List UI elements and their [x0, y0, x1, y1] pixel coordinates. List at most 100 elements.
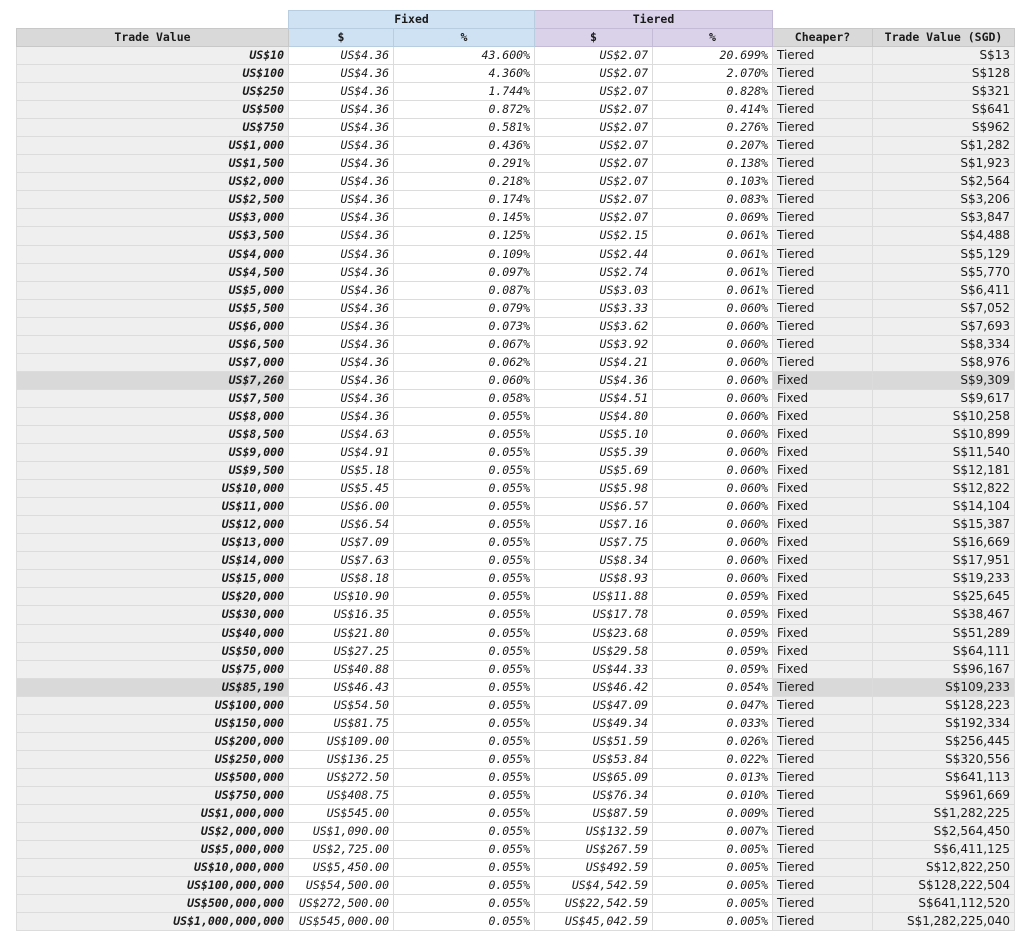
fixed-dollar-cell: US$1,090.00	[288, 822, 394, 842]
table-row: US$2,500 US$4.36 0.174% US$2.07 0.083% Tiered…	[16, 190, 1015, 210]
trade-value-cell: US$500,000,000	[16, 894, 289, 914]
trade-value-sgd-cell: S$14,104	[872, 497, 1015, 517]
table-row: US$15,000 US$8.18 0.055% US$8.93 0.060% Fixed…	[16, 569, 1015, 589]
trade-value-cell: US$5,500	[16, 298, 289, 318]
fixed-dollar-cell: US$109.00	[288, 731, 394, 751]
fixed-percent-cell: 0.055%	[393, 677, 535, 697]
cheaper-cell: Fixed	[772, 659, 873, 679]
tiered-percent-cell: 0.005%	[652, 840, 773, 860]
tiered-dollar-cell: US$76.34	[534, 785, 653, 805]
tiered-percent-cell: 0.010%	[652, 785, 773, 805]
tiered-percent-cell: 0.059%	[652, 641, 773, 661]
fixed-dollar-cell: US$4.36	[288, 136, 394, 156]
trade-value-cell: US$1,000	[16, 136, 289, 156]
trade-value-sgd-cell: S$1,923	[872, 154, 1015, 174]
fixed-dollar-cell: US$545.00	[288, 803, 394, 824]
fixed-dollar-cell: US$4.36	[288, 118, 394, 138]
fixed-dollar-cell: US$408.75	[288, 785, 394, 805]
cheaper-cell: Tiered	[772, 208, 873, 228]
table-row: US$750 US$4.36 0.581% US$2.07 0.276% Tiered S$…	[16, 118, 1015, 138]
group-header-row: Fixed Tiered	[17, 10, 1015, 29]
table-row: US$75,000 US$40.88 0.055% US$44.33 0.059% Fix…	[16, 659, 1015, 679]
tiered-dollar-cell: US$4.80	[534, 406, 653, 426]
table-row: US$500,000 US$272.50 0.055% US$65.09 0.013% T…	[16, 767, 1015, 787]
fixed-percent-cell: 0.872%	[393, 100, 535, 120]
trade-value-cell: US$6,000	[16, 316, 289, 336]
trade-value-sgd-cell: S$128,222,504	[872, 876, 1015, 896]
trade-value-cell: US$1,000,000	[16, 803, 289, 824]
trade-value-cell: US$5,000	[16, 280, 289, 300]
fixed-dollar-cell: US$16.35	[288, 605, 394, 625]
fixed-dollar-cell: US$5,450.00	[288, 858, 394, 878]
tiered-dollar-cell: US$23.68	[534, 623, 653, 643]
fixed-percent-cell: 0.055%	[393, 443, 535, 463]
tiered-percent-cell: 0.103%	[652, 172, 773, 192]
table-row: US$7,260 US$4.36 0.060% US$4.36 0.060% Fixed S…	[16, 370, 1015, 390]
tiered-dollar-cell: US$2.07	[534, 118, 653, 138]
table-row: US$10 US$4.36 43.600% US$2.07 20.699% Tiered S…	[16, 45, 1015, 66]
table-row: US$1,000 US$4.36 0.436% US$2.07 0.207% Tiered…	[16, 136, 1015, 156]
tiered-dollar-cell: US$2.07	[534, 154, 653, 174]
tiered-dollar-cell: US$46.42	[534, 677, 653, 697]
fixed-percent-cell: 0.125%	[393, 226, 535, 246]
cheaper-cell: Tiered	[772, 64, 873, 84]
tiered-dollar-cell: US$492.59	[534, 858, 653, 878]
fixed-percent-cell: 0.055%	[393, 533, 535, 553]
tiered-dollar-cell: US$4,542.59	[534, 876, 653, 896]
tiered-dollar-cell: US$3.03	[534, 280, 653, 300]
fixed-percent-cell: 0.055%	[393, 461, 535, 481]
trade-value-cell: US$500,000	[16, 767, 289, 787]
cheaper-cell: Tiered	[772, 677, 873, 697]
trade-value-sgd-cell: S$3,206	[872, 190, 1015, 210]
trade-value-cell: US$12,000	[16, 515, 289, 535]
fixed-dollar-cell: US$7.63	[288, 551, 394, 571]
cheaper-cell: Fixed	[772, 623, 873, 643]
fixed-percent-cell: 0.055%	[393, 623, 535, 643]
trade-value-sgd-cell: S$8,334	[872, 334, 1015, 354]
trade-value-cell: US$750,000	[16, 785, 289, 805]
tiered-percent-cell: 0.060%	[652, 370, 773, 390]
tiered-dollar-cell: US$3.62	[534, 316, 653, 336]
tiered-dollar-cell: US$29.58	[534, 641, 653, 661]
cheaper-cell: Tiered	[772, 334, 873, 354]
tiered-percent-cell: 0.022%	[652, 749, 773, 769]
fixed-dollar-cell: US$54,500.00	[288, 876, 394, 896]
tiered-percent-cell: 0.059%	[652, 605, 773, 625]
fixed-percent-cell: 0.055%	[393, 695, 535, 715]
tiered-percent-cell: 0.060%	[652, 316, 773, 336]
fixed-percent-cell: 0.055%	[393, 894, 535, 914]
trade-value-sgd-cell: S$8,976	[872, 352, 1015, 372]
fixed-percent-cell: 0.087%	[393, 280, 535, 300]
table-row: US$8,000 US$4.36 0.055% US$4.80 0.060% Fixed S…	[16, 406, 1015, 426]
trade-value-sgd-cell: S$1,282	[872, 136, 1015, 156]
tiered-dollar-cell: US$49.34	[534, 713, 653, 733]
tiered-percent-cell: 20.699%	[652, 45, 773, 66]
cheaper-cell: Tiered	[772, 298, 873, 318]
tiered-percent-cell: 0.060%	[652, 388, 773, 408]
cheaper-cell: Tiered	[772, 118, 873, 138]
tiered-percent-cell: 0.060%	[652, 406, 773, 426]
fixed-dollar-cell: US$5.18	[288, 461, 394, 481]
tiered-percent-cell: 0.061%	[652, 280, 773, 300]
trade-value-sgd-cell: S$9,309	[872, 370, 1015, 390]
trade-value-cell: US$4,500	[16, 262, 289, 282]
trade-value-cell: US$1,500	[16, 154, 289, 174]
tiered-dollar-cell: US$11.88	[534, 587, 653, 607]
tiered-dollar-cell: US$2.07	[534, 82, 653, 102]
trade-value-cell: US$2,000	[16, 172, 289, 192]
cheaper-cell: Tiered	[772, 767, 873, 787]
trade-value-sgd-cell: S$13	[872, 45, 1015, 66]
table-row: US$6,500 US$4.36 0.067% US$3.92 0.060% Tiered…	[16, 334, 1015, 354]
tiered-percent-cell: 0.061%	[652, 226, 773, 246]
fixed-dollar-cell: US$272,500.00	[288, 894, 394, 914]
tiered-dollar-cell: US$2.07	[534, 64, 653, 84]
fixed-dollar-cell: US$7.09	[288, 533, 394, 553]
trade-value-cell: US$14,000	[16, 551, 289, 571]
table-row: US$5,000 US$4.36 0.087% US$3.03 0.061% Tiered…	[16, 280, 1015, 300]
fixed-percent-cell: 0.436%	[393, 136, 535, 156]
fixed-percent-cell: 0.060%	[393, 370, 535, 390]
tiered-percent-cell: 0.026%	[652, 731, 773, 751]
trade-value-cell: US$3,500	[16, 226, 289, 246]
trade-value-cell: US$10	[16, 45, 289, 66]
table-row: US$100 US$4.36 4.360% US$2.07 2.070% Tiered S$…	[16, 64, 1015, 84]
